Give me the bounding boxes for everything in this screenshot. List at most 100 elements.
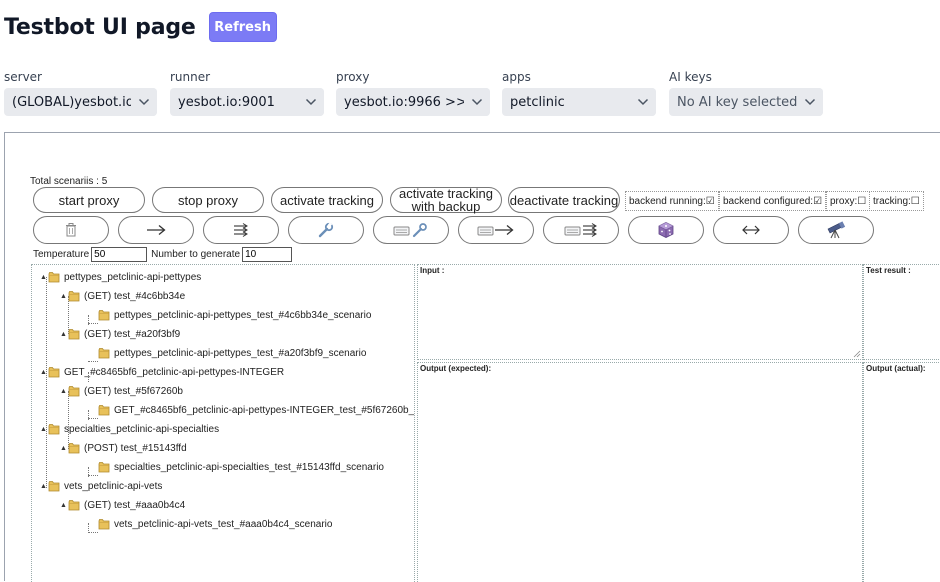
keyboard-fix-button[interactable] <box>373 216 449 244</box>
tree-node-label: pettypes_petclinic-api-pettypes <box>64 271 202 283</box>
tree-node[interactable]: ▲ (GET) test_#aaa0b4c4 <box>60 497 185 513</box>
input-panel-title: Input : <box>420 266 445 275</box>
refresh-button[interactable]: Refresh <box>208 12 277 42</box>
tree-node[interactable]: ▲ specialties_petclinic-api-specialties <box>40 421 219 437</box>
chevron-down-icon <box>298 88 324 116</box>
tree-node[interactable]: ▲ (GET) test_#5f67260b <box>60 383 183 399</box>
start-proxy-button[interactable]: start proxy <box>33 187 145 213</box>
collapse-icon[interactable]: ▲ <box>40 274 47 281</box>
deactivate-tracking-button[interactable]: deactivate tracking <box>508 187 620 213</box>
arrow-right-icon <box>147 224 166 236</box>
activate-tracking-backup-button[interactable]: activate tracking with backup <box>390 187 502 213</box>
folder-icon <box>68 442 80 454</box>
runner-value: yesbot.io:9001 <box>178 94 275 110</box>
delete-button[interactable] <box>33 216 109 244</box>
keyboard-multi-arrow-icon <box>564 223 597 237</box>
explore-button[interactable] <box>798 216 874 244</box>
tree-node[interactable]: ▲ GET_#c8465bf6_petclinic-api-pettypes-I… <box>40 364 284 380</box>
generate-random-button[interactable] <box>628 216 704 244</box>
apps-select[interactable]: petclinic <box>502 88 656 116</box>
folder-icon <box>98 347 110 359</box>
runner-select[interactable]: yesbot.io:9001 <box>170 88 324 116</box>
folder-icon <box>48 423 60 435</box>
run-button[interactable] <box>118 216 194 244</box>
testbot-frame: Total scenariis : 5 start proxy stop pro… <box>4 132 940 582</box>
runner-label: runner <box>170 70 211 84</box>
folder-icon <box>98 518 110 530</box>
server-label: server <box>4 70 42 84</box>
compare-button[interactable] <box>713 216 789 244</box>
tree-node-label: GET_#c8465bf6_petclinic-api-pettypes-INT… <box>64 366 285 378</box>
tree-node[interactable]: ▲ (GET) test_#a20f3bf9 <box>60 326 180 342</box>
resize-grip-icon[interactable] <box>853 350 861 358</box>
collapse-icon[interactable]: ▲ <box>60 502 67 509</box>
folder-icon <box>98 309 110 321</box>
collapse-icon[interactable]: ▲ <box>40 426 47 433</box>
multi-arrow-icon <box>234 223 248 237</box>
page-title: Testbot UI page <box>4 14 196 40</box>
output-actual-title: Output (actual): <box>866 364 926 373</box>
proxy-status: proxy:☐ <box>826 191 871 211</box>
folder-icon <box>98 461 110 473</box>
tree-leaf[interactable]: GET_#c8465bf6_petclinic-api-pettypes-INT… <box>98 402 414 418</box>
output-expected-panel[interactable]: Output (expected): <box>417 362 863 582</box>
input-panel[interactable]: Input : <box>417 264 863 360</box>
chevron-down-icon <box>797 88 823 116</box>
collapse-icon[interactable]: ▲ <box>60 388 67 395</box>
test-result-panel: Test result : <box>863 264 940 360</box>
total-scenarios: Total scenariis : 5 <box>30 176 108 187</box>
tree-node[interactable]: ▲ pettypes_petclinic-api-pettypes <box>40 269 201 285</box>
tree-node[interactable]: ▲ (GET) test_#4c6bb34e <box>60 288 185 304</box>
tree-node-label: (GET) test_#a20f3bf9 <box>84 328 181 340</box>
fix-button[interactable] <box>288 216 364 244</box>
chevron-down-icon <box>464 88 490 116</box>
folder-icon <box>48 271 60 283</box>
tree-leaf[interactable]: pettypes_petclinic-api-pettypes_test_#4c… <box>98 307 371 323</box>
collapse-icon[interactable]: ▲ <box>40 369 47 376</box>
tree-node[interactable]: ▲ vets_petclinic-api-vets <box>40 478 162 494</box>
run-all-button[interactable] <box>203 216 279 244</box>
collapse-icon[interactable]: ▲ <box>60 331 67 338</box>
folder-icon <box>98 404 110 416</box>
temperature-input[interactable]: 50 <box>91 247 148 262</box>
scenario-tree: ▲ pettypes_petclinic-api-pettypes ▲ (GET… <box>31 264 415 582</box>
test-result-title: Test result : <box>866 266 911 275</box>
activate-tracking-backup-line2: with backup <box>411 199 481 214</box>
keyboard-arrow-icon <box>477 224 514 236</box>
tree-node-label: (POST) test_#15143ffd <box>84 442 187 454</box>
activate-tracking-button[interactable]: activate tracking <box>271 187 383 213</box>
telescope-icon <box>827 221 846 239</box>
ai-keys-selector: AI keys No AI key selected <box>669 70 823 116</box>
keyboard-run-button[interactable] <box>458 216 534 244</box>
tree-leaf[interactable]: vets_petclinic-api-vets_test_#aaa0b4c4_s… <box>98 516 332 532</box>
generation-params: Temperature 50 Number to generate 10 <box>33 247 296 262</box>
folder-icon <box>68 499 80 511</box>
stop-proxy-button[interactable]: stop proxy <box>152 187 264 213</box>
tree-leaf[interactable]: specialties_petclinic-api-specialties_te… <box>98 459 384 475</box>
server-select[interactable]: (GLOBAL)yesbot.io:9 <box>4 88 157 116</box>
proxy-label: proxy <box>336 70 370 84</box>
folder-icon <box>68 328 80 340</box>
folder-icon <box>48 480 60 492</box>
collapse-icon[interactable]: ▲ <box>40 483 47 490</box>
ai-keys-select[interactable]: No AI key selected <box>669 88 823 116</box>
server-selector: server (GLOBAL)yesbot.io:9 <box>4 70 157 116</box>
folder-icon <box>68 385 80 397</box>
tracking-status: tracking:☐ <box>869 191 924 211</box>
tree-node-label: (GET) test_#aaa0b4c4 <box>84 499 186 511</box>
tree-leaf-label: specialties_petclinic-api-specialties_te… <box>114 461 384 473</box>
proxy-selector: proxy yesbot.io:9966 >> ht <box>336 70 490 116</box>
collapse-icon[interactable]: ▲ <box>60 445 67 452</box>
apps-label: apps <box>502 70 531 84</box>
tree-leaf[interactable]: pettypes_petclinic-api-pettypes_test_#a2… <box>98 345 366 361</box>
tree-node[interactable]: ▲ (POST) test_#15143ffd <box>60 440 187 456</box>
chevron-down-icon <box>131 88 157 116</box>
generate-count-label: Number to generate <box>151 249 241 260</box>
wrench-icon <box>318 222 334 238</box>
proxy-select[interactable]: yesbot.io:9966 >> ht <box>336 88 490 116</box>
apps-value: petclinic <box>510 94 565 110</box>
collapse-icon[interactable]: ▲ <box>60 293 67 300</box>
generate-count-input[interactable]: 10 <box>242 247 293 262</box>
keyboard-run-all-button[interactable] <box>543 216 619 244</box>
ai-keys-value: No AI key selected <box>677 94 798 110</box>
